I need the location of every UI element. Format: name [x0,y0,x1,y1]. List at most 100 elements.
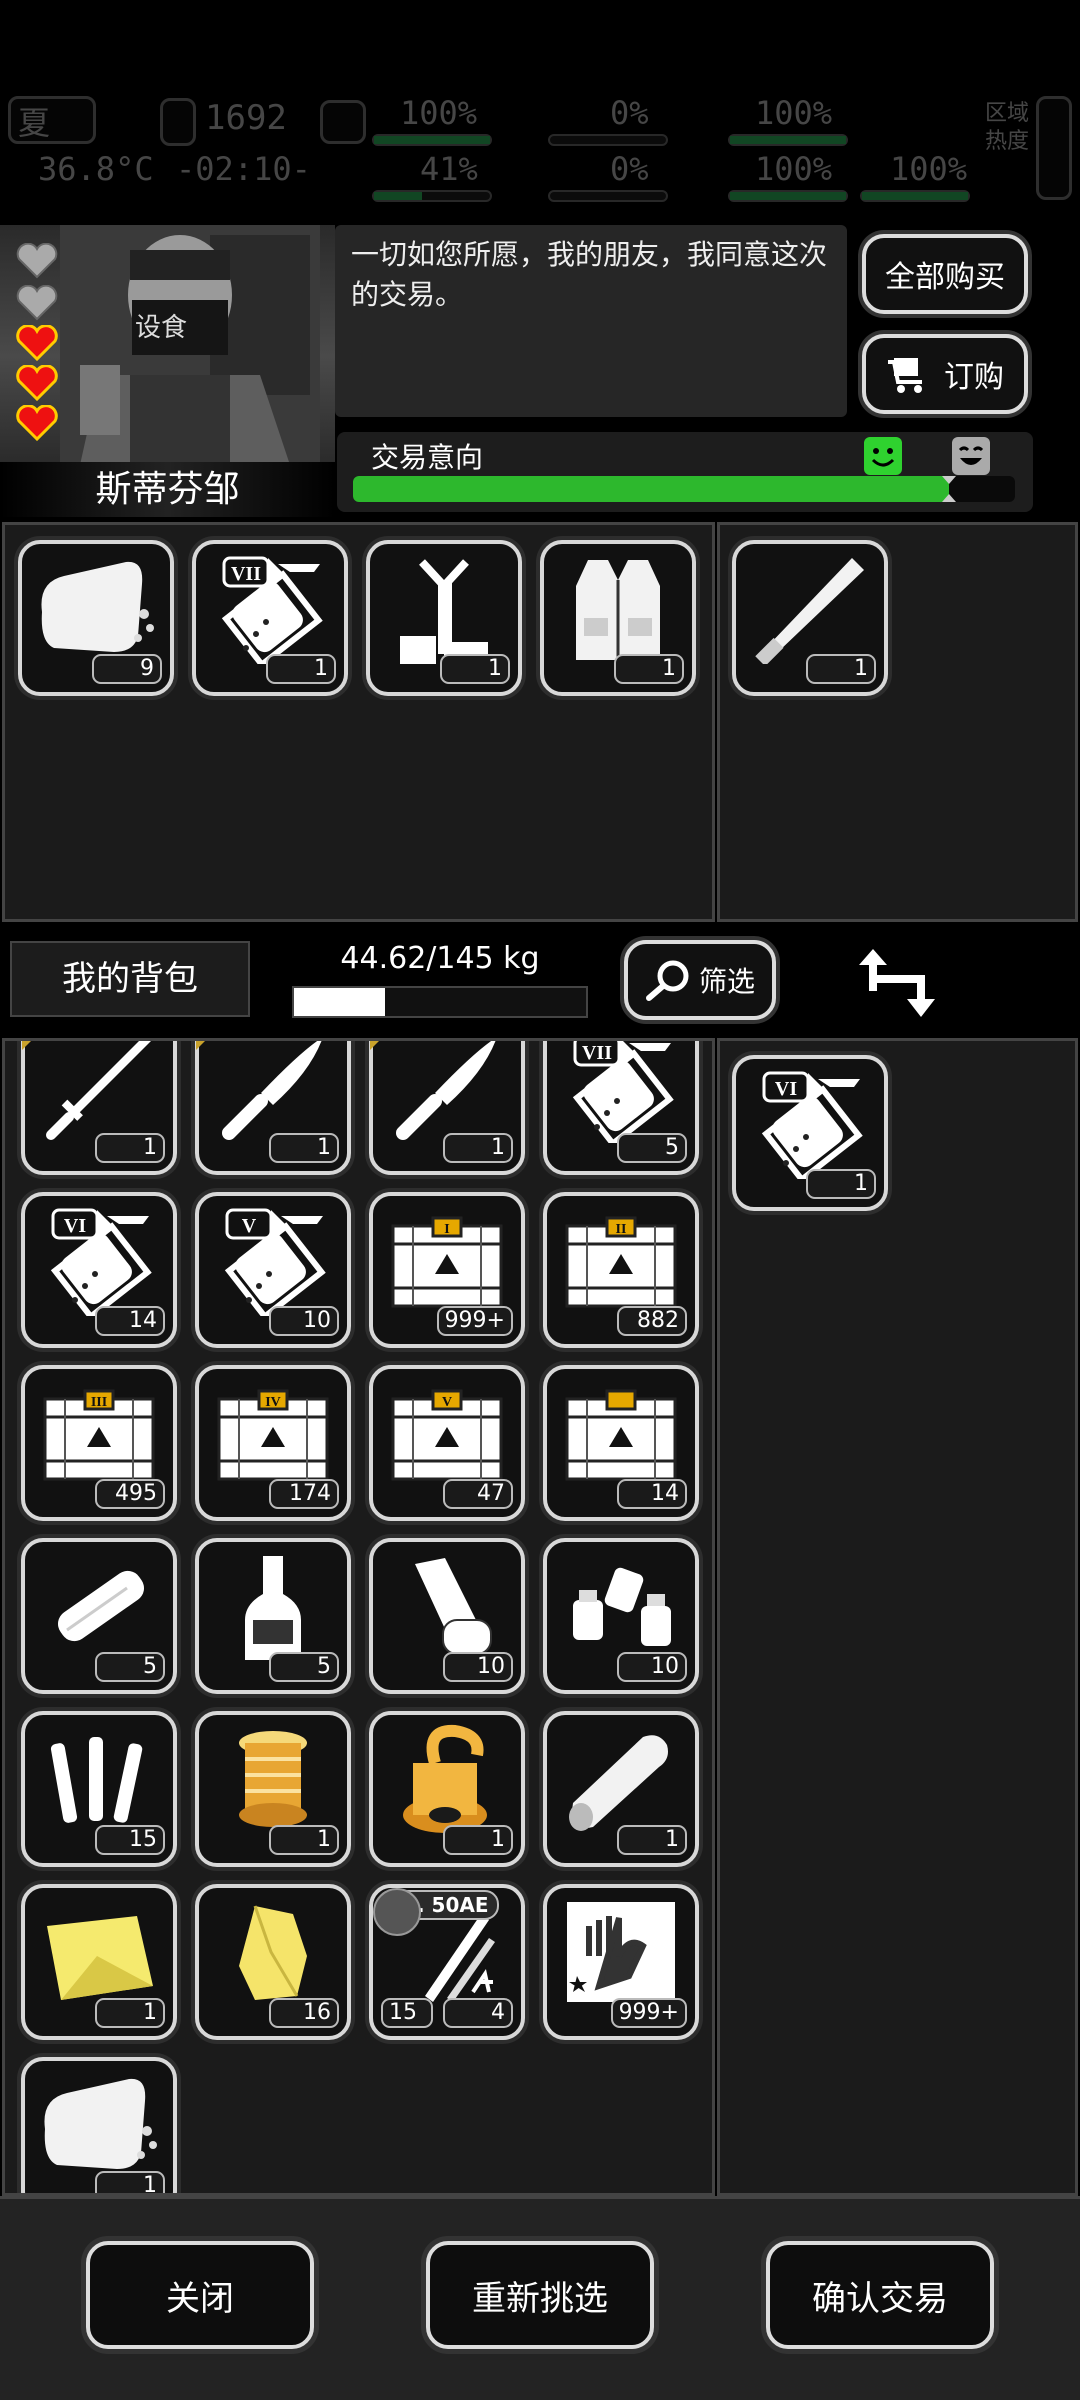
item-count: 4 [443,1998,513,2028]
item-slot[interactable]: 1 [732,540,888,696]
confirm-label: 确认交易 [812,2278,948,2319]
svg-text:I: I [444,1222,449,1237]
item-slot[interactable]: III 495 [21,1365,177,1521]
potion-vi-icon: VI [761,1071,863,1179]
status-hud: 夏 1692 36.8°C -02:10- 100% 41% 0% 0% 100… [0,88,1080,213]
ammo-clip-icon [373,1888,421,1936]
heart-percent: 100% [755,150,833,188]
bottle-icon [245,1556,301,1660]
item-count-secondary: 15 [381,1998,433,2028]
item-count: 1 [806,654,876,684]
trader-portrait: 设食 斯蒂芬邹 [0,225,335,517]
potion-vi-icon: VI [50,1208,152,1316]
paper-roll-icon [415,1558,492,1655]
search-icon [645,960,689,1001]
potion-v-icon: V [224,1208,326,1316]
bread-icon [41,561,154,652]
order-button[interactable]: 订购 [862,334,1028,414]
swap-icon[interactable] [855,939,939,1023]
item-slot[interactable]: VI 1 [732,1055,888,1211]
weight-fill [294,988,385,1016]
item-slot[interactable]: 1 [369,1041,525,1175]
svg-text:II: II [616,1222,627,1237]
clock: -02:10- [176,150,311,188]
close-button[interactable]: 关闭 [86,2241,314,2349]
item-slot[interactable]: II 882 [543,1192,699,1348]
item-slot[interactable]: 5 [21,1538,177,1694]
crate-iv-icon: IV [217,1389,329,1481]
item-slot[interactable]: 1 [195,1041,351,1175]
item-slot[interactable]: 999+ [543,1884,699,2040]
item-slot[interactable]: 1 [21,1884,177,2040]
inventory-bar: 我的背包 44.62/145 kg 筛选 [0,925,1080,1037]
stamina-percent: 100% [755,94,833,132]
crate-v-icon: V [391,1389,503,1481]
item-count: 1 [440,654,510,684]
svg-text:V: V [442,1395,452,1410]
item-count: 10 [269,1306,339,1336]
item-slot[interactable]: 1 [195,1711,351,1867]
item-slot[interactable]: I 999+ [369,1192,525,1348]
item-slot[interactable]: 5 [195,1538,351,1694]
buy-all-button[interactable]: 全部购买 [862,234,1028,314]
filter-button[interactable]: 筛选 [624,940,776,1020]
item-slot[interactable]: 1 [21,2057,177,2193]
item-slot[interactable]: VI 14 [21,1192,177,1348]
health-percent: 100% [400,94,478,132]
log-icon [569,1735,668,1831]
item-slot[interactable]: 15 [21,1711,177,1867]
gold-ore-icon [239,1905,307,2000]
cart-icon [888,358,922,393]
crate-iii-icon: III [43,1389,155,1481]
item-slot[interactable]: 1 [369,1711,525,1867]
my-backpack-tab[interactable]: 我的背包 [10,941,250,1017]
item-slot[interactable]: VII 1 [192,540,348,696]
gold-spool-icon [239,1731,307,1827]
intent-marker-icon [941,476,956,502]
trade-intent-fill [353,476,949,502]
item-slot[interactable]: 9 [18,540,174,696]
bottom-action-bar: 关闭 重新挑选 确认交易 [0,2196,1080,2400]
item-slot[interactable]: VII 5 [543,1041,699,1175]
item-slot[interactable]: 10 [369,1538,525,1694]
potion-vii-icon: VII [221,556,323,664]
season-label: 夏 [18,104,51,142]
potion-vii-icon: VII [572,1041,674,1143]
trade-intent-bar [353,476,1015,502]
trader-figure-icon [60,225,320,465]
item-slot[interactable]: V 47 [369,1365,525,1521]
svg-text:VI: VI [64,1215,86,1237]
item-count: 15 [95,1825,165,1855]
item-slot[interactable]: 1 [543,1711,699,1867]
gold-cloth-icon [47,1916,153,2000]
heart-filled-icon [16,405,58,441]
item-count: 999+ [610,1998,687,2028]
blood-loss-percent: 0% [610,94,649,132]
bottles-icon [573,1567,671,1646]
item-slot[interactable]: IV 174 [195,1365,351,1521]
item-slot[interactable]: 16 [195,1884,351,2040]
order-label: 订购 [944,360,1004,395]
item-slot[interactable]: V 10 [195,1192,351,1348]
item-slot[interactable]: 1 [366,540,522,696]
tubes-icon [50,1737,143,1823]
item-count: 1 [95,2171,165,2193]
reselect-button[interactable]: 重新挑选 [426,2241,654,2349]
crate-ii-icon: II [565,1216,677,1308]
weight-label: 44.62/145 kg [340,941,540,976]
confirm-trade-button[interactable]: 确认交易 [766,2241,994,2349]
item-slot[interactable]: 1 [21,1041,177,1175]
item-slot[interactable]: 1 [540,540,696,696]
bandage-roll-icon [58,1570,144,1642]
item-slot[interactable]: 14 [543,1365,699,1521]
happy-face-icon [864,437,902,475]
item-count: 10 [443,1652,513,1682]
svg-text:VII: VII [231,563,261,585]
item-count: 1 [806,1169,876,1199]
water-percent: 100% [890,150,968,188]
item-slot[interactable]: . 50AE 15 4 [369,1884,525,2040]
tripod-icon [400,559,488,664]
item-count: 5 [95,1652,165,1682]
item-slot[interactable]: 10 [543,1538,699,1694]
mask-text: 设食 [135,313,188,343]
